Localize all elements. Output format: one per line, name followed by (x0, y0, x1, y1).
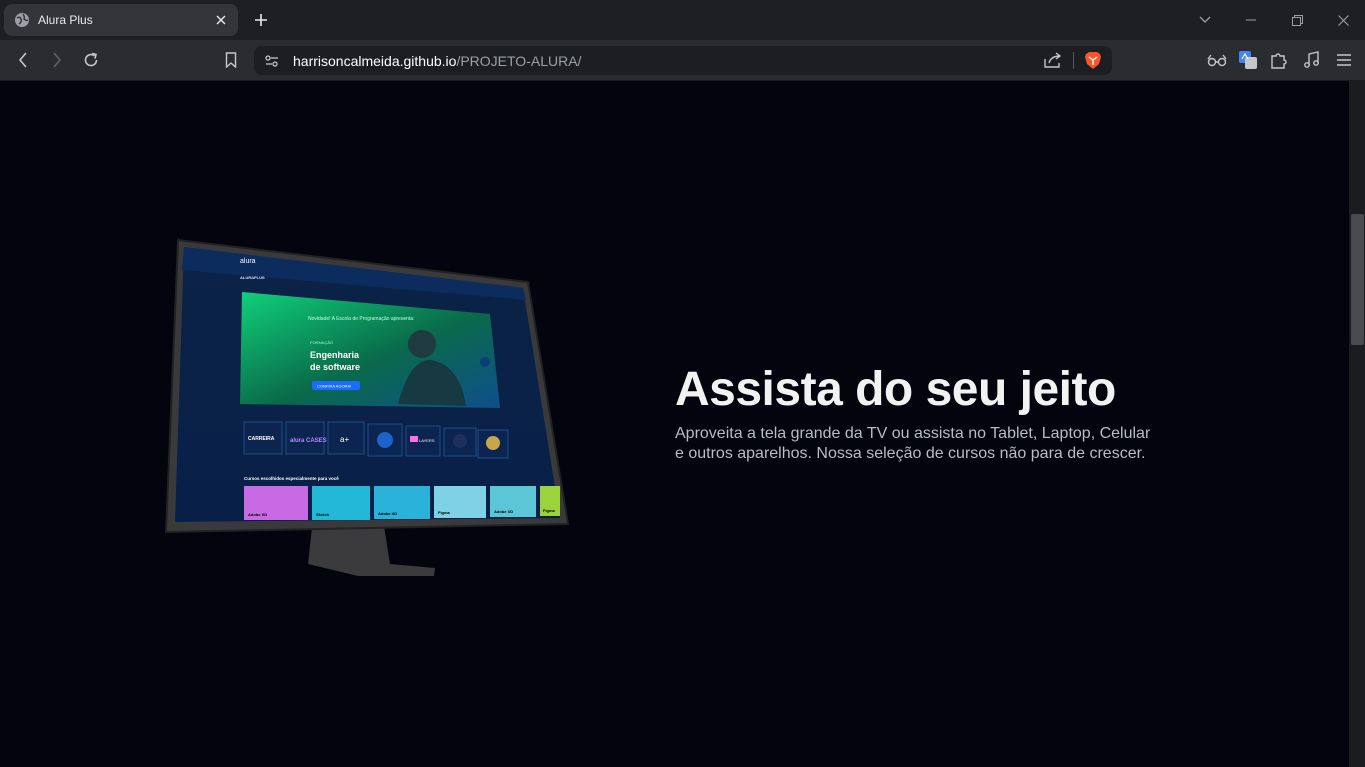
screen-banner-title-1: Engenharia (310, 350, 360, 360)
brave-shields-icon[interactable] (1084, 51, 1102, 75)
media-controls-icon[interactable] (1300, 49, 1322, 71)
scrollbar-thumb[interactable] (1351, 214, 1364, 345)
tab-title: Alura Plus (38, 13, 93, 27)
course-label: Figma (438, 510, 451, 515)
minimize-button[interactable] (1228, 0, 1274, 40)
screen-brand: ALURAPLUS (240, 275, 265, 280)
back-icon[interactable] (12, 49, 34, 71)
url-text[interactable]: harrisoncalmeida.github.io/PROJETO-ALURA… (293, 53, 581, 69)
course-label: Sketch (316, 512, 330, 517)
screen-banner-title-2: de software (310, 362, 360, 372)
bookmark-icon[interactable] (220, 49, 242, 71)
hero-subtitle-line-1: Aproveita a tela grande da TV ou assista… (675, 425, 1151, 442)
screen-logo: alura (240, 258, 256, 265)
screen-banner-intro: Novidade! A Escola de Programação aprese… (308, 316, 414, 322)
new-tab-button[interactable] (250, 9, 272, 31)
hero-subtitle-line-2: e outros aparelhos. Nossa seleção de cur… (675, 445, 1146, 462)
screen-banner-formacao: FORMAÇÃO (310, 340, 333, 345)
forward-icon[interactable] (46, 49, 68, 71)
translate-icon[interactable] (1237, 49, 1259, 71)
course-label: Figma (543, 508, 556, 513)
reload-icon[interactable] (80, 49, 102, 71)
active-tab[interactable]: Alura Plus (4, 4, 238, 36)
url-host: harrisoncalmeida.github.io (293, 53, 457, 69)
tab-search-chevron-icon[interactable] (1182, 0, 1228, 40)
hero-headline: Assista do seu jeito (675, 363, 1116, 416)
screen-courses-heading: Cursos escolhidos especialmente para voc… (244, 476, 339, 481)
tv-monitor-illustration: alura ALURAPLUS Novidade! A Escola de Pr… (160, 234, 580, 584)
browser-titlebar: Alura Plus (0, 0, 1365, 40)
url-path: /PROJETO-ALURA/ (456, 53, 582, 69)
course-label: Adobe XD (378, 511, 397, 516)
menu-icon[interactable] (1333, 49, 1355, 71)
tile-label: a+ (340, 435, 349, 444)
screen-banner-cta: CONFIRA AGORA! (317, 384, 351, 389)
course-label: Adobe XD (248, 512, 267, 517)
restore-button[interactable] (1274, 0, 1320, 40)
screen-course-cards: Adobe XD Sketch Adobe XD Figma Adobe XD … (244, 486, 560, 520)
scrollbar-track[interactable] (1349, 81, 1365, 767)
tile-label: alura CASES (290, 438, 327, 444)
reading-mode-icon[interactable] (1206, 49, 1228, 71)
course-label: Adobe XD (494, 509, 513, 514)
extensions-icon[interactable] (1268, 49, 1290, 71)
address-bar[interactable]: harrisoncalmeida.github.io/PROJETO-ALURA… (254, 46, 1112, 75)
globe-icon (14, 12, 30, 28)
share-icon[interactable] (1044, 52, 1062, 73)
tile-label: LAYERS (419, 438, 435, 443)
tab-close-icon[interactable] (212, 11, 230, 29)
divider (1073, 52, 1074, 69)
hero-subtitle: Aproveita a tela grande da TV ou assista… (675, 424, 1195, 464)
close-window-button[interactable] (1320, 0, 1365, 40)
tile-label: CARREIRA (248, 436, 275, 442)
site-settings-icon[interactable] (264, 53, 280, 74)
